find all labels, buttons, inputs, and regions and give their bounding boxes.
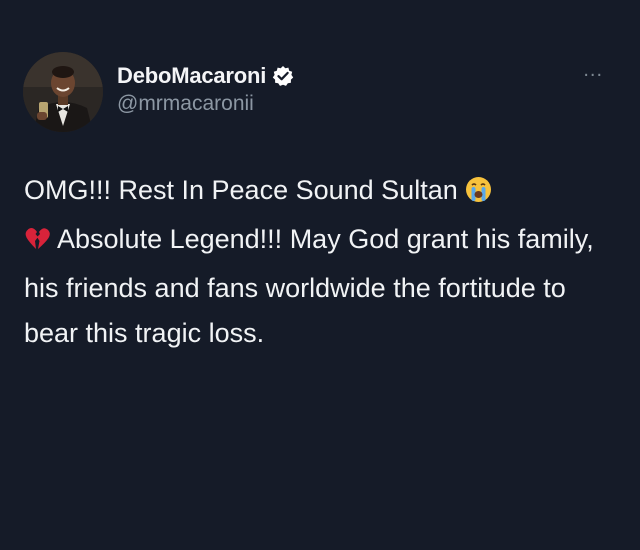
author-display-name[interactable]: DeboMacaroni (117, 63, 266, 89)
tweet-text-part1: OMG!!! Rest In Peace Sound Sultan (24, 175, 466, 205)
loudly-crying-face-icon (465, 172, 492, 217)
tweet-card: DeboMacaroni @mrmacaronii ... OMG!!! Res… (0, 0, 640, 550)
more-options-icon[interactable]: ... (583, 60, 603, 80)
tweet-text-part2: Absolute Legend!!! May God grant his fam… (24, 224, 594, 348)
author-name-row[interactable]: DeboMacaroni (117, 63, 294, 89)
author-handle[interactable]: @mrmacaronii (117, 92, 254, 116)
broken-heart-icon (24, 221, 51, 266)
tweet-text: OMG!!! Rest In Peace Sound Sultan Absolu… (24, 168, 609, 356)
avatar[interactable] (23, 52, 103, 132)
verified-badge-icon (272, 65, 294, 87)
